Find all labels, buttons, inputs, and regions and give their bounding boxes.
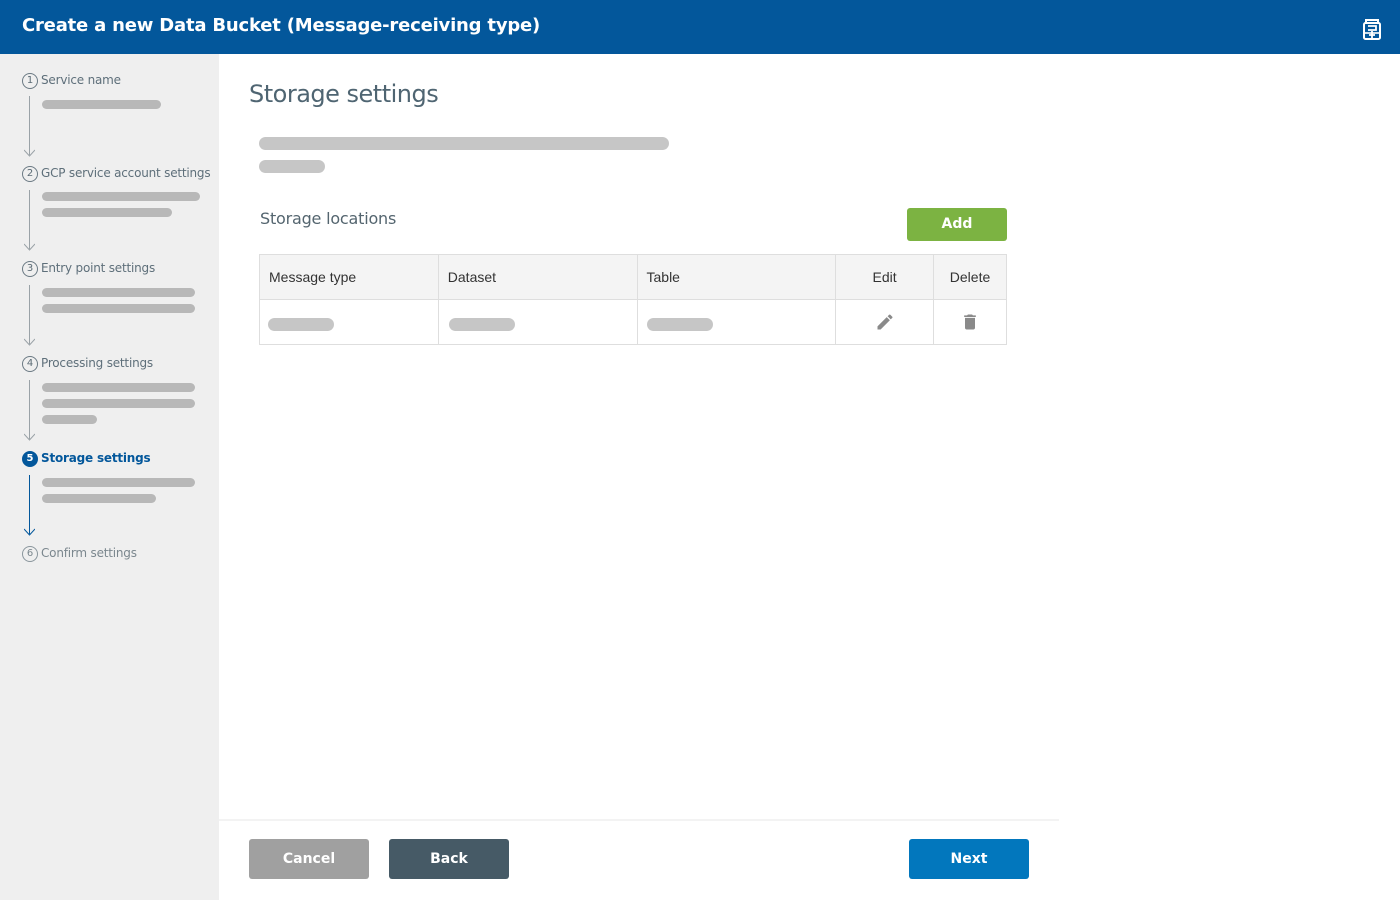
table-placeholder	[646, 318, 713, 331]
step-label: Confirm settings	[41, 546, 137, 560]
page-header-title: Create a new Data Bucket (Message-receiv…	[22, 15, 541, 36]
step-summary-placeholder	[42, 399, 195, 408]
next-button[interactable]: Next	[909, 839, 1029, 879]
step-connector-arrow	[24, 190, 35, 251]
add-storage-location-button[interactable]: Add	[907, 208, 1007, 241]
cell-delete	[933, 299, 1007, 345]
step-connector-arrow	[24, 380, 35, 441]
step-label: Service name	[41, 73, 121, 87]
step-label: Storage settings	[41, 451, 151, 465]
pencil-icon[interactable]	[875, 312, 895, 332]
step-connector-arrow	[24, 285, 35, 346]
step-number: 3	[22, 261, 38, 277]
storage-locations-table: Message type Dataset Table Edit Delete	[259, 254, 1007, 345]
description-placeholder	[259, 160, 325, 173]
storage-locations-title: Storage locations	[260, 209, 397, 228]
step-number: 1	[22, 73, 38, 89]
step-summary-placeholder	[42, 288, 195, 297]
step-summary-placeholder	[42, 208, 172, 217]
step-label: GCP service account settings	[41, 166, 211, 180]
clipboard-save-icon[interactable]	[1361, 17, 1383, 41]
step-number: 4	[22, 356, 38, 372]
app-header: Create a new Data Bucket (Message-receiv…	[0, 0, 1400, 54]
step-connector-arrow	[24, 475, 35, 536]
step-number: 5	[22, 451, 38, 467]
wizard-stepper: 1 Service name 2 GCP service account set…	[0, 54, 219, 900]
cancel-button[interactable]: Cancel	[249, 839, 369, 879]
step-label: Entry point settings	[41, 261, 156, 275]
dataset-placeholder	[448, 318, 515, 331]
table-row	[259, 299, 1007, 345]
table-header-row: Message type Dataset Table Edit Delete	[259, 254, 1007, 300]
step-label: Processing settings	[41, 356, 153, 370]
back-button[interactable]: Back	[389, 839, 509, 879]
column-header-delete: Delete	[933, 254, 1007, 300]
step-summary-placeholder	[42, 383, 195, 392]
column-header-dataset: Dataset	[437, 254, 638, 300]
step-summary-placeholder	[42, 100, 161, 109]
cell-table	[636, 299, 837, 345]
step-number: 2	[22, 166, 38, 182]
column-header-message-type: Message type	[259, 254, 439, 300]
column-header-edit: Edit	[835, 254, 935, 300]
step-summary-placeholder	[42, 192, 200, 201]
page-title: Storage settings	[249, 80, 439, 108]
cell-dataset	[437, 299, 638, 345]
cell-message-type	[259, 299, 439, 345]
step-connector-arrow	[24, 96, 35, 157]
step-summary-placeholder	[42, 304, 195, 313]
column-header-table: Table	[636, 254, 837, 300]
step-number: 6	[22, 546, 38, 562]
description-placeholder	[259, 137, 669, 150]
step-summary-placeholder	[42, 478, 195, 487]
footer-divider	[219, 819, 1059, 821]
cell-edit	[835, 299, 935, 345]
step-summary-placeholder	[42, 415, 97, 424]
trash-icon[interactable]	[960, 312, 980, 332]
step-summary-placeholder	[42, 494, 156, 503]
message-type-placeholder	[268, 318, 334, 331]
